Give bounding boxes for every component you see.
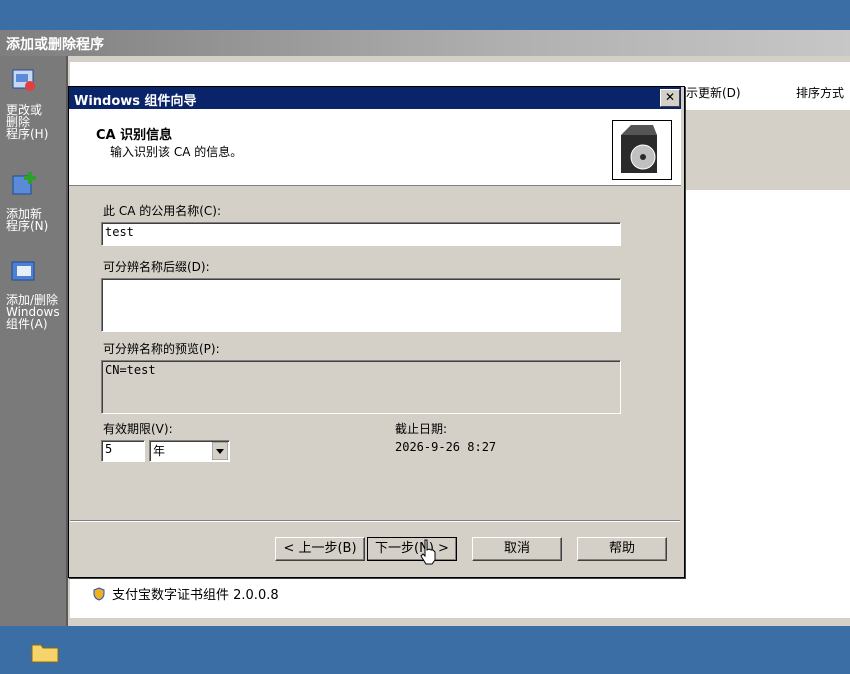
close-button[interactable]: ✕	[660, 89, 680, 107]
sidebar-label-windows-components: 添加/删除 Windows 组件(A)	[6, 293, 60, 331]
hand-cursor-icon	[420, 539, 436, 565]
dn-suffix-textarea[interactable]	[101, 278, 621, 332]
page-title: CA 识别信息	[96, 128, 173, 143]
folder-icon[interactable]	[30, 640, 60, 664]
validity-period-input[interactable]: 5	[101, 440, 145, 462]
dn-preview-label: 可分辨名称的预览(P):	[103, 342, 220, 356]
next-button[interactable]: 下一步(N) >	[367, 537, 457, 561]
cancel-button[interactable]: 取消	[472, 537, 562, 561]
chevron-down-icon[interactable]	[212, 442, 228, 460]
taskbar	[0, 626, 850, 674]
sidebar-item-add-new[interactable]: 添加新 程序(N)	[0, 170, 66, 240]
dn-suffix-label: 可分辨名称后缀(D):	[103, 260, 210, 274]
expiry-value: 2026-9-26 8:27	[395, 440, 497, 454]
show-updates-checkbox-label[interactable]: 示更新(D)	[686, 84, 741, 101]
desktop-background	[0, 0, 850, 30]
sidebar-item-change-remove[interactable]: 更改或 删除 程序(H)	[0, 66, 66, 156]
list-item[interactable]: 支付宝数字证书组件 2.0.0.8	[92, 584, 279, 603]
shield-icon	[93, 587, 105, 601]
page-subtitle: 输入识别该 CA 的信息。	[110, 145, 243, 159]
list-item-label: 支付宝数字证书组件 2.0.0.8	[112, 588, 279, 603]
validity-label: 有效期限(V):	[103, 422, 173, 436]
wizard-title: Windows 组件向导	[74, 94, 197, 109]
validity-unit-select[interactable]: 年	[149, 440, 230, 462]
change-remove-icon	[12, 69, 35, 91]
back-button[interactable]: < 上一步(B)	[275, 537, 365, 561]
arp-selected-area	[678, 110, 850, 190]
sidebar-label-add-new: 添加新 程序(N)	[6, 207, 49, 233]
expiry-label: 截止日期:	[395, 422, 448, 436]
validity-unit-value: 年	[153, 444, 166, 458]
dn-preview-field: CN=test	[101, 360, 621, 414]
common-name-input[interactable]: test	[101, 222, 621, 246]
sort-by-label: 排序方式	[796, 86, 845, 100]
cd-box-icon	[612, 120, 672, 180]
arp-titlebar[interactable]	[0, 30, 850, 56]
sidebar-item-windows-components[interactable]: 添加/删除 Windows 组件(A)	[0, 256, 66, 346]
arp-sidebar: 更改或 删除 程序(H) 添加新 程序(N) 添加/删除 Windows 组件(…	[0, 56, 68, 626]
help-button[interactable]: 帮助	[577, 537, 667, 561]
arp-window-title: 添加或删除程序	[6, 37, 104, 53]
windows-components-icon	[11, 261, 35, 281]
add-program-icon	[12, 172, 36, 195]
sidebar-label-change-remove: 更改或 删除 程序(H)	[6, 103, 49, 141]
common-name-label: 此 CA 的公用名称(C):	[103, 204, 222, 218]
divider	[70, 520, 680, 522]
